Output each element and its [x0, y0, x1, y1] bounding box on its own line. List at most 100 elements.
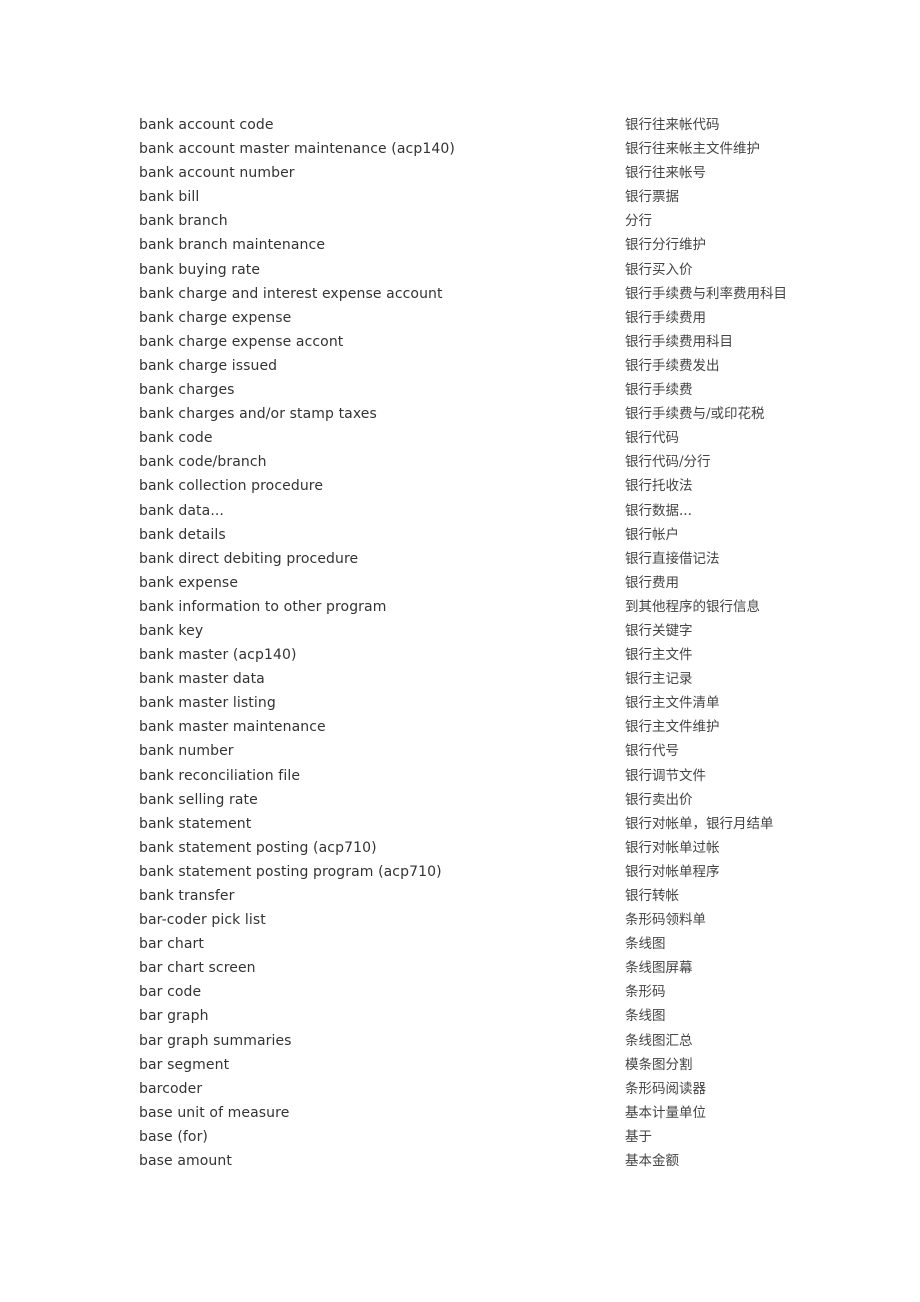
english-term: base unit of measure: [139, 1104, 290, 1121]
english-term: bank charges: [139, 382, 235, 399]
glossary-entry: bank master maintenance 银行主文件维护: [139, 715, 839, 739]
english-term: bank transfer: [139, 888, 235, 904]
english-term: bank statement: [139, 815, 252, 832]
chinese-translation: 基本计量单位: [625, 1104, 706, 1121]
english-term: bank branch: [139, 213, 228, 230]
glossary-entry: bank statement 银行对帐单，银行月结单: [139, 812, 839, 836]
chinese-translation: 银行调节文件: [625, 767, 706, 784]
chinese-translation: 银行手续费与/或印花税: [625, 406, 765, 423]
english-term: bank master maintenance: [139, 719, 326, 736]
chinese-translation: 银行手续费用科目: [625, 333, 733, 350]
glossary-entry: barcoder 条形码阅读器: [139, 1077, 839, 1101]
english-term: bank direct debiting procedure: [139, 550, 359, 567]
english-term: bank details: [139, 526, 226, 543]
chinese-translation: 银行买入价: [625, 261, 693, 278]
chinese-translation: 银行往来帐主文件维护: [625, 141, 760, 158]
glossary-entry: bank account number 银行往来帐号: [139, 161, 839, 185]
english-term: bank charge and interest expense account: [139, 285, 443, 302]
glossary-entry: bank collection procedure 银行托收法: [139, 474, 839, 498]
glossary-entry: bank buying rate 银行买入价: [139, 258, 839, 282]
english-term: bank bill: [139, 189, 200, 206]
glossary-entry: bank branch 分行: [139, 209, 839, 233]
glossary-entry: bar chart 条线图: [139, 932, 839, 956]
chinese-translation: 银行帐户: [625, 526, 679, 543]
glossary-entry: bank charge expense 银行手续费用: [139, 306, 839, 330]
glossary-list: bank account code 银行往来帐代码 bank account mas…: [139, 113, 839, 1173]
glossary-entry: bank charge expense accont 银行手续费用科目: [139, 330, 839, 354]
glossary-entry: bank key 银行关键字: [139, 619, 839, 643]
glossary-entry: bank reconciliation file 银行调节文件: [139, 764, 839, 788]
glossary-entry: bar chart screen 条线图屏幕: [139, 956, 839, 980]
glossary-entry: bank charge issued 银行手续费发出: [139, 354, 839, 378]
glossary-entry: bank direct debiting procedure 银行直接借记法: [139, 547, 839, 571]
chinese-translation: 条线图: [625, 936, 666, 953]
chinese-translation: 银行对帐单程序: [625, 863, 720, 880]
english-term: bank account code: [139, 117, 274, 133]
chinese-translation: 银行费用: [625, 574, 679, 591]
chinese-translation: 基于: [625, 1128, 652, 1145]
english-term: bank charge expense: [139, 309, 292, 326]
glossary-entry: bank branch maintenance 银行分行维护: [139, 233, 839, 257]
glossary-entry: bank code/branch 银行代码/分行: [139, 450, 839, 474]
english-term: bank selling rate: [139, 791, 258, 808]
english-term: bank charge issued: [139, 357, 278, 374]
chinese-translation: 基本金额: [625, 1153, 679, 1170]
chinese-translation: 银行手续费与利率费用科目: [625, 285, 787, 302]
english-term: bank information to other program: [139, 598, 387, 615]
chinese-translation: 银行主文件: [625, 647, 693, 664]
chinese-translation: 银行主记录: [625, 671, 693, 688]
glossary-entry: bank statement posting program (acp710) 银…: [139, 860, 839, 884]
english-term: bank master (acp140): [139, 647, 297, 664]
glossary-entry: bar code 条形码: [139, 980, 839, 1004]
chinese-translation: 银行手续费用: [625, 309, 706, 326]
glossary-entry: bank charges and/or stamp taxes 银行手续费与/或印…: [139, 402, 839, 426]
chinese-translation: 银行分行维护: [625, 237, 706, 254]
chinese-translation: 银行数据...: [625, 502, 692, 519]
glossary-entry: bank data... 银行数据...: [139, 499, 839, 523]
chinese-translation: 条线图屏幕: [625, 960, 693, 977]
glossary-entry: bank master data 银行主记录: [139, 667, 839, 691]
chinese-translation: 银行托收法: [625, 478, 693, 495]
english-term: barcoder: [139, 1080, 203, 1097]
chinese-translation: 银行主文件清单: [625, 695, 720, 712]
glossary-entry: bank account code 银行往来帐代码: [139, 113, 839, 137]
glossary-entry: bank bill 银行票据: [139, 185, 839, 209]
chinese-translation: 银行主文件维护: [625, 719, 720, 736]
english-term: base amount: [139, 1153, 232, 1170]
chinese-translation: 银行对帐单，银行月结单: [625, 815, 774, 832]
chinese-translation: 银行代码/分行: [625, 454, 711, 471]
chinese-translation: 条形码领料单: [625, 912, 706, 929]
chinese-translation: 银行直接借记法: [625, 550, 720, 567]
glossary-entry: bank information to other program 到其他程序的银…: [139, 595, 839, 619]
english-term: bar segment: [139, 1056, 230, 1073]
chinese-translation: 条形码: [625, 984, 666, 1001]
chinese-translation: 银行代码: [625, 430, 679, 447]
chinese-translation: 分行: [625, 213, 652, 230]
glossary-entry: bank account master maintenance (acp140)…: [139, 137, 839, 161]
english-term: bar graph summaries: [139, 1032, 292, 1049]
english-term: bank buying rate: [139, 261, 261, 278]
english-term: bank code/branch: [139, 454, 267, 471]
glossary-entry: base amount 基本金额: [139, 1149, 839, 1173]
english-term: bank statement posting (acp710): [139, 839, 377, 856]
english-term: bar chart: [139, 936, 204, 953]
english-term: bank account number: [139, 165, 295, 182]
chinese-translation: 条形码阅读器: [625, 1080, 706, 1097]
glossary-entry: bank master (acp140) 银行主文件: [139, 643, 839, 667]
chinese-translation: 银行关键字: [625, 622, 693, 639]
chinese-translation: 银行票据: [625, 189, 679, 206]
glossary-entry: bank selling rate 银行卖出价: [139, 788, 839, 812]
english-term: bank collection procedure: [139, 478, 324, 495]
glossary-entry: bank expense 银行费用: [139, 571, 839, 595]
english-term: bank number: [139, 743, 234, 760]
english-term: bank charges and/or stamp taxes: [139, 406, 377, 423]
glossary-entry: bar graph 条线图: [139, 1004, 839, 1028]
chinese-translation: 银行手续费: [625, 382, 693, 399]
english-term: bank data...: [139, 502, 224, 519]
glossary-entry: base (for) 基于: [139, 1125, 839, 1149]
english-term: bar graph: [139, 1008, 209, 1025]
glossary-entry: bar-coder pick list 条形码领料单: [139, 908, 839, 932]
chinese-translation: 条线图汇总: [625, 1032, 693, 1049]
english-term: bank master data: [139, 671, 265, 688]
english-term: base (for): [139, 1128, 208, 1145]
